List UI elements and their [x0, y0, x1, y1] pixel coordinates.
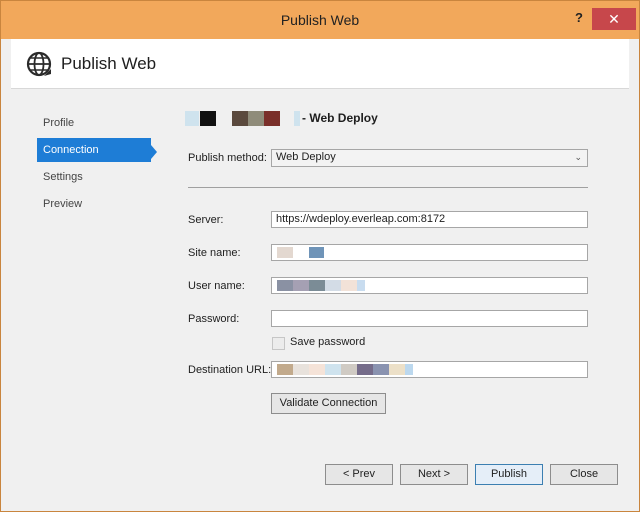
title-bar[interactable]: Publish Web ? ✕: [1, 1, 639, 39]
dialog-header: Publish Web: [11, 39, 629, 88]
user-name-label: User name:: [188, 280, 245, 292]
close-button[interactable]: Close: [550, 464, 618, 485]
site-name-label: Site name:: [188, 247, 241, 259]
server-label: Server:: [188, 214, 224, 226]
section-divider: [188, 187, 588, 188]
publish-method-select[interactable]: Web Deploy ⌄: [271, 149, 588, 167]
nav-connection[interactable]: Connection: [37, 138, 151, 162]
destination-url-input[interactable]: [271, 361, 588, 378]
publish-method-value: Web Deploy: [276, 151, 336, 163]
nav-profile[interactable]: Profile: [37, 111, 151, 135]
globe-icon: [26, 51, 52, 77]
password-label: Password:: [188, 313, 240, 325]
password-input[interactable]: [271, 310, 588, 327]
window-title: Publish Web: [280, 12, 360, 28]
window-close-button[interactable]: ✕: [592, 8, 636, 30]
dialog-content: Profile Connection Settings Preview - We…: [11, 88, 629, 503]
publish-web-dialog: Publish Web ? ✕ Publish Web Profile Conn…: [0, 0, 640, 512]
profile-title-suffix: - Web Deploy: [302, 111, 378, 125]
publish-method-label: Publish method:: [188, 152, 267, 164]
next-button[interactable]: Next >: [400, 464, 468, 485]
prev-button[interactable]: < Prev: [325, 464, 393, 485]
nav-preview[interactable]: Preview: [37, 192, 151, 216]
chevron-down-icon[interactable]: ⌄: [574, 150, 582, 165]
nav-settings[interactable]: Settings: [37, 165, 151, 189]
destination-url-label: Destination URL:: [188, 364, 272, 376]
save-password-label: Save password: [290, 336, 366, 348]
server-input[interactable]: https://wdeploy.everleap.com:8172: [271, 211, 588, 228]
help-button[interactable]: ?: [567, 7, 591, 29]
validate-connection-button[interactable]: Validate Connection: [271, 393, 386, 414]
publish-button[interactable]: Publish: [475, 464, 543, 485]
site-name-input[interactable]: [271, 244, 588, 261]
header-title: Publish Web: [61, 54, 157, 73]
nav-active-indicator: [151, 145, 157, 159]
user-name-input[interactable]: [271, 277, 588, 294]
save-password-checkbox[interactable]: [272, 337, 285, 350]
